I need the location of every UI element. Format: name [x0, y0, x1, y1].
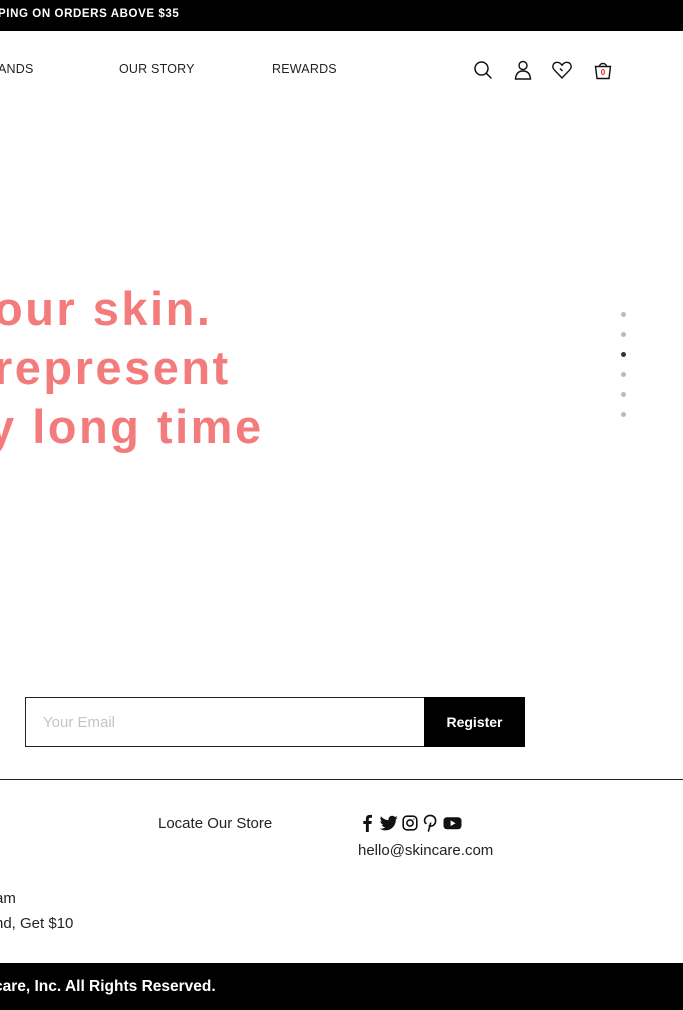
user-icon[interactable] — [512, 59, 534, 81]
locate-store-link[interactable]: Locate Our Store — [158, 815, 272, 832]
refer-friend-link[interactable]: nd, Get $10 — [0, 915, 73, 932]
footer-program-link[interactable]: am — [0, 890, 16, 907]
hero-text-line-1: our skin. — [0, 282, 213, 335]
hero-text-line-2: represent — [0, 341, 231, 394]
email-input[interactable] — [25, 697, 425, 747]
register-button[interactable]: Register — [424, 697, 525, 747]
instagram-icon[interactable] — [402, 814, 418, 832]
footer-divider — [0, 779, 683, 780]
search-icon[interactable] — [472, 59, 494, 81]
facebook-icon[interactable] — [361, 814, 373, 832]
cart-count-badge: 0 — [600, 68, 606, 77]
contact-email-link[interactable]: hello@skincare.com — [358, 842, 493, 859]
slider-dot-4[interactable] — [621, 372, 626, 377]
copyright-text: care, Inc. All Rights Reserved. — [0, 978, 216, 995]
slider-dot-5[interactable] — [621, 392, 626, 397]
slider-dot-6[interactable] — [621, 412, 626, 417]
promo-bar: PING ON ORDERS ABOVE $35 — [0, 0, 683, 31]
youtube-icon[interactable] — [443, 814, 462, 832]
twitter-icon[interactable] — [380, 814, 398, 832]
promo-text: PING ON ORDERS ABOVE $35 — [0, 8, 180, 20]
copyright-bar: care, Inc. All Rights Reserved. — [0, 963, 683, 1010]
nav-item-rewards[interactable]: REWARDS — [272, 62, 337, 76]
nav-item-our-story[interactable]: OUR STORY — [119, 62, 195, 76]
heart-icon[interactable] — [551, 59, 573, 81]
slider-dot-2[interactable] — [621, 332, 626, 337]
nav-item-brands[interactable]: ANDS — [0, 62, 34, 76]
shopping-bag-icon[interactable]: 0 — [592, 59, 614, 81]
slider-dot-3[interactable] — [621, 352, 626, 357]
pinterest-icon[interactable] — [423, 814, 437, 832]
slider-dot-1[interactable] — [621, 312, 626, 317]
hero-text-line-3: y long time — [0, 400, 264, 453]
